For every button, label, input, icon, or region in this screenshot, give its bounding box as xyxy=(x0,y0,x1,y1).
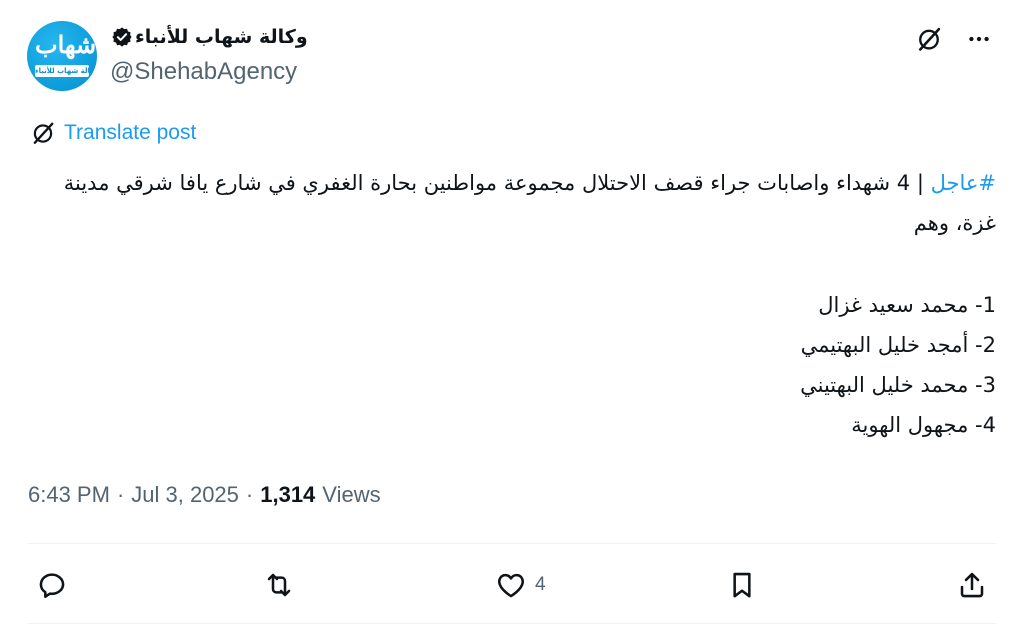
like-button[interactable]: 4 xyxy=(495,566,546,604)
author-name-row[interactable]: وكالة شهاب للأنباء xyxy=(111,23,308,51)
avatar-logo-band: وكالة شهاب للأنباء xyxy=(35,65,89,77)
translate-label[interactable]: Translate post xyxy=(64,121,196,145)
hashtag-link[interactable]: #عاجل xyxy=(931,171,996,195)
translate-post-link[interactable]: Translate post xyxy=(30,120,196,146)
post-meta: 6:43 PM · Jul 3, 2025 · 1,314 Views xyxy=(28,482,381,508)
author-handle[interactable]: @ShehabAgency xyxy=(110,58,297,86)
post-time[interactable]: 6:43 PM xyxy=(28,482,110,508)
repost-icon xyxy=(267,573,291,597)
header-actions xyxy=(912,22,996,56)
reply-icon xyxy=(39,573,65,598)
divider xyxy=(28,623,996,624)
divider xyxy=(28,543,996,544)
reply-button[interactable] xyxy=(36,566,68,604)
bookmark-icon xyxy=(733,572,751,598)
post-text: #عاجل | 4 شهداء واصابات جراء قصف الاحتلا… xyxy=(30,163,996,445)
list-item: 3- محمد خليل البهتيني xyxy=(800,373,996,397)
post-date[interactable]: Jul 3, 2025 xyxy=(131,482,239,508)
list-item: 2- أمجد خليل البهتيمي xyxy=(800,333,996,357)
repost-button[interactable] xyxy=(263,566,295,604)
grok-icon-button[interactable] xyxy=(912,22,946,56)
avatar[interactable]: شهاب وكالة شهاب للأنباء xyxy=(27,21,97,91)
slashed-circle-icon xyxy=(918,27,941,51)
views-count: 1,314 xyxy=(260,482,316,507)
share-icon xyxy=(960,572,984,598)
meta-separator: · xyxy=(245,482,254,507)
views-label: Views xyxy=(322,482,381,507)
list-item: 4- مجهول الهوية xyxy=(851,413,996,437)
post-spacer xyxy=(30,243,996,285)
heart-icon xyxy=(498,573,524,598)
meta-separator: · xyxy=(116,482,125,507)
post-headline-line: #عاجل | 4 شهداء واصابات جراء قصف الاحتلا… xyxy=(30,163,996,243)
like-count: 4 xyxy=(535,574,546,595)
post-headline: | 4 شهداء واصابات جراء قصف الاحتلال مجمو… xyxy=(63,171,996,235)
more-dots-icon xyxy=(969,36,989,42)
more-button[interactable] xyxy=(962,22,996,56)
avatar-logo-text: شهاب xyxy=(35,30,97,59)
share-button[interactable] xyxy=(956,566,988,604)
action-bar: 4 xyxy=(28,560,996,610)
bookmark-button[interactable] xyxy=(726,566,758,604)
verified-badge-icon xyxy=(111,26,133,48)
list-item: 1- محمد سعيد غزال xyxy=(818,293,996,317)
slashed-circle-icon xyxy=(33,122,54,144)
display-name[interactable]: وكالة شهاب للأنباء xyxy=(135,26,308,48)
